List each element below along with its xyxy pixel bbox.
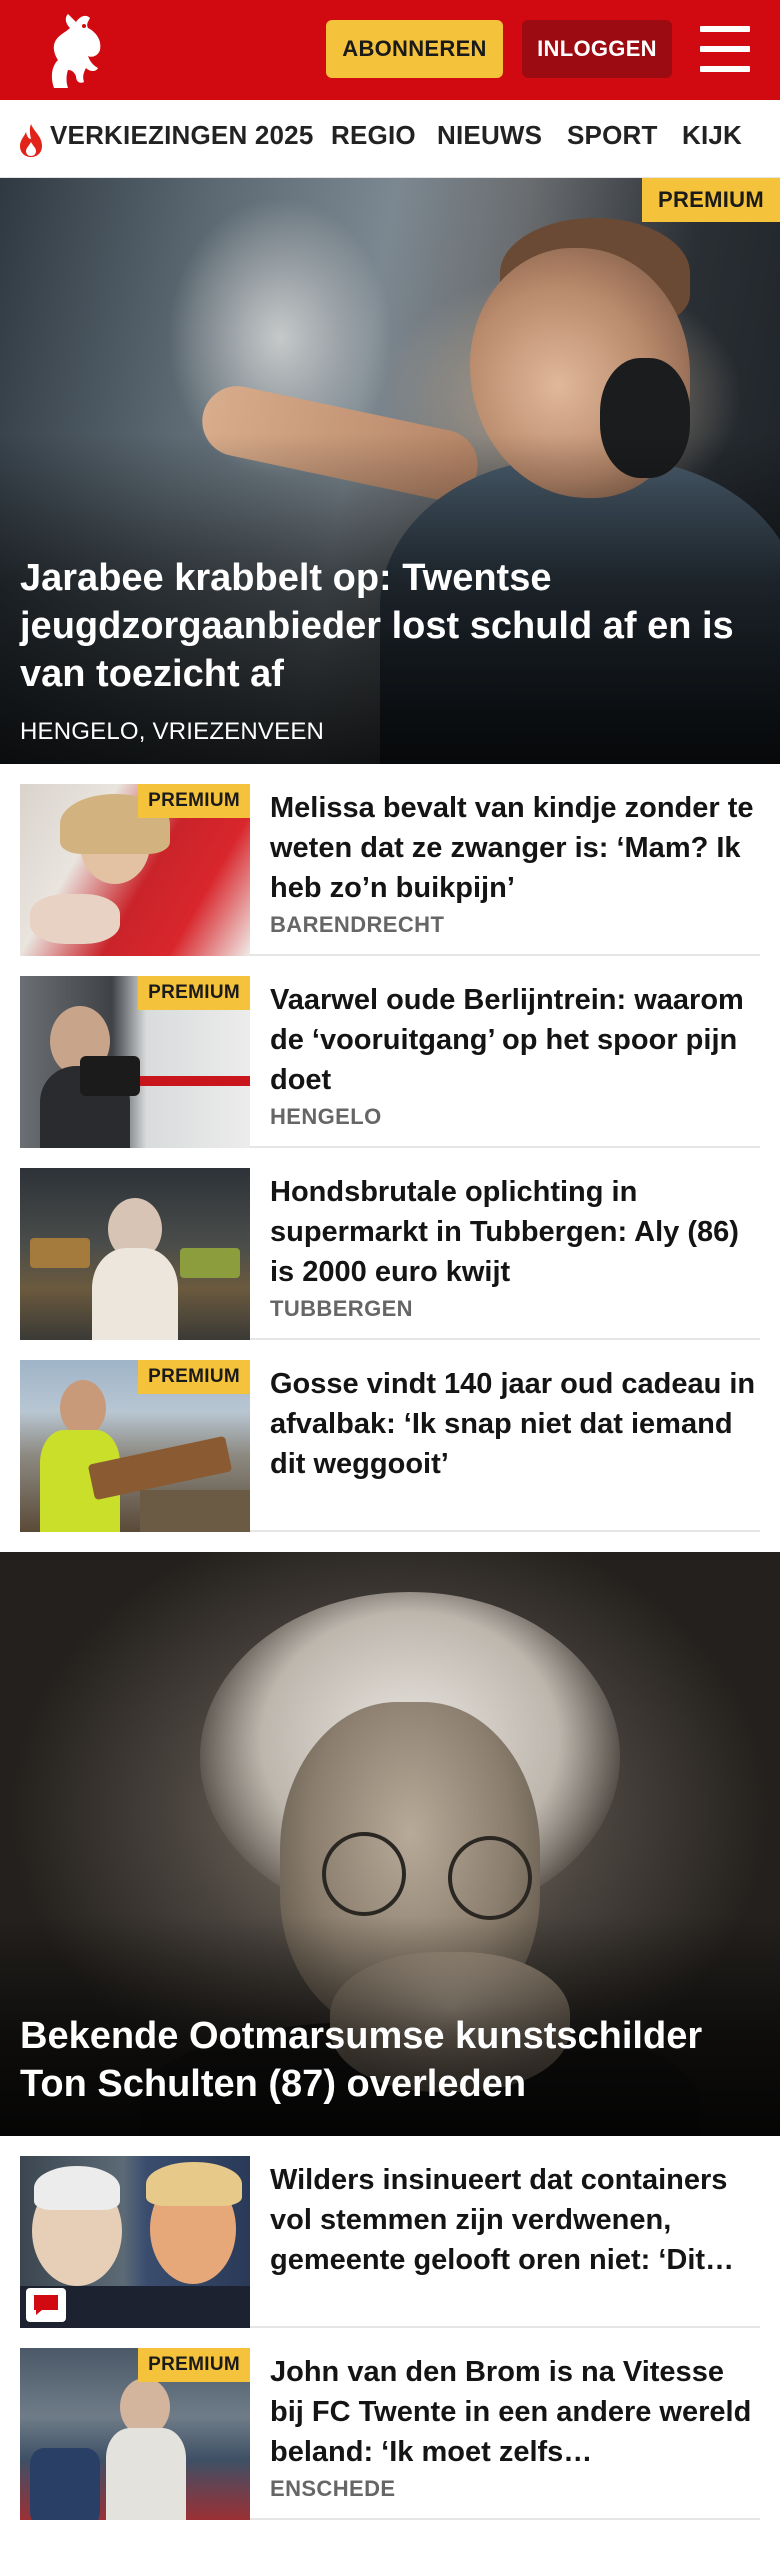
subscribe-button[interactable]: ABONNEREN <box>326 20 503 78</box>
nav-item-kijk[interactable]: KIJK <box>682 120 742 151</box>
hero-article-2[interactable]: Bekende Ootmarsumse kunstschilder Ton Sc… <box>0 1552 780 2136</box>
premium-badge: PREMIUM <box>138 784 250 818</box>
article-headline[interactable]: Wilders insinueert dat containers vol st… <box>270 2160 760 2280</box>
nav-item-nieuws[interactable]: NIEUWS <box>437 120 542 151</box>
article-item[interactable]: PREMIUM John van den Brom is na Vitesse … <box>20 2328 760 2520</box>
article-headline[interactable]: Gosse vindt 140 jaar oud cadeau in afval… <box>270 1364 760 1484</box>
article-thumbnail: PREMIUM <box>20 1360 250 1532</box>
section-nav: VERKIEZINGEN 2025 REGIO NIEUWS SPORT KIJ… <box>0 100 780 178</box>
article-location: TUBBERGEN <box>270 1296 413 1321</box>
article-thumbnail <box>20 2156 250 2328</box>
article-headline[interactable]: Hondsbrutale oplichting in supermarkt in… <box>270 1172 760 1292</box>
hero-headline[interactable]: Jarabee krabbelt op: Twentse jeugdzorgaa… <box>20 554 760 698</box>
nav-item-verkiezingen[interactable]: VERKIEZINGEN 2025 <box>50 120 314 151</box>
top-bar: ABONNEREN INLOGGEN <box>0 0 780 100</box>
article-item[interactable]: PREMIUM Melissa bevalt van kindje zonder… <box>20 764 760 956</box>
article-location: BARENDRECHT <box>270 912 445 937</box>
article-item[interactable]: PREMIUM Vaarwel oude Berlijntrein: waaro… <box>20 956 760 1148</box>
hero-location: HENGELO, VRIEZENVEEN <box>20 718 325 745</box>
article-item[interactable]: Hondsbrutale oplichting in supermarkt in… <box>20 1148 760 1340</box>
comment-icon <box>26 2288 66 2322</box>
nav-item-regio[interactable]: REGIO <box>331 120 416 151</box>
login-button[interactable]: INLOGGEN <box>522 20 672 78</box>
flame-icon <box>20 124 42 157</box>
article-thumbnail: PREMIUM <box>20 2348 250 2520</box>
article-item[interactable]: PREMIUM Gosse vindt 140 jaar oud cadeau … <box>20 1340 760 1532</box>
article-thumbnail: PREMIUM <box>20 784 250 956</box>
article-thumbnail <box>20 1168 250 1340</box>
premium-badge: PREMIUM <box>138 1360 250 1394</box>
twente-horse-logo[interactable] <box>36 10 110 92</box>
hamburger-menu-icon[interactable] <box>700 26 752 72</box>
nav-item-sport[interactable]: SPORT <box>567 120 658 151</box>
article-headline[interactable]: Vaarwel oude Berlijntrein: waarom de ‘vo… <box>270 980 760 1100</box>
premium-badge: PREMIUM <box>138 2348 250 2382</box>
article-item[interactable]: Wilders insinueert dat containers vol st… <box>20 2136 760 2328</box>
article-thumbnail: PREMIUM <box>20 976 250 1148</box>
hero-article[interactable]: PREMIUM Jarabee krabbelt op: Twentse jeu… <box>0 178 780 764</box>
article-headline[interactable]: John van den Brom is na Vitesse bij FC T… <box>270 2352 760 2472</box>
premium-badge: PREMIUM <box>138 976 250 1010</box>
hero2-headline[interactable]: Bekende Ootmarsumse kunstschilder Ton Sc… <box>20 2012 770 2108</box>
article-headline[interactable]: Melissa bevalt van kindje zonder te wete… <box>270 788 760 908</box>
premium-badge: PREMIUM <box>642 178 780 222</box>
article-location: ENSCHEDE <box>270 2476 396 2501</box>
article-location: HENGELO <box>270 1104 382 1129</box>
